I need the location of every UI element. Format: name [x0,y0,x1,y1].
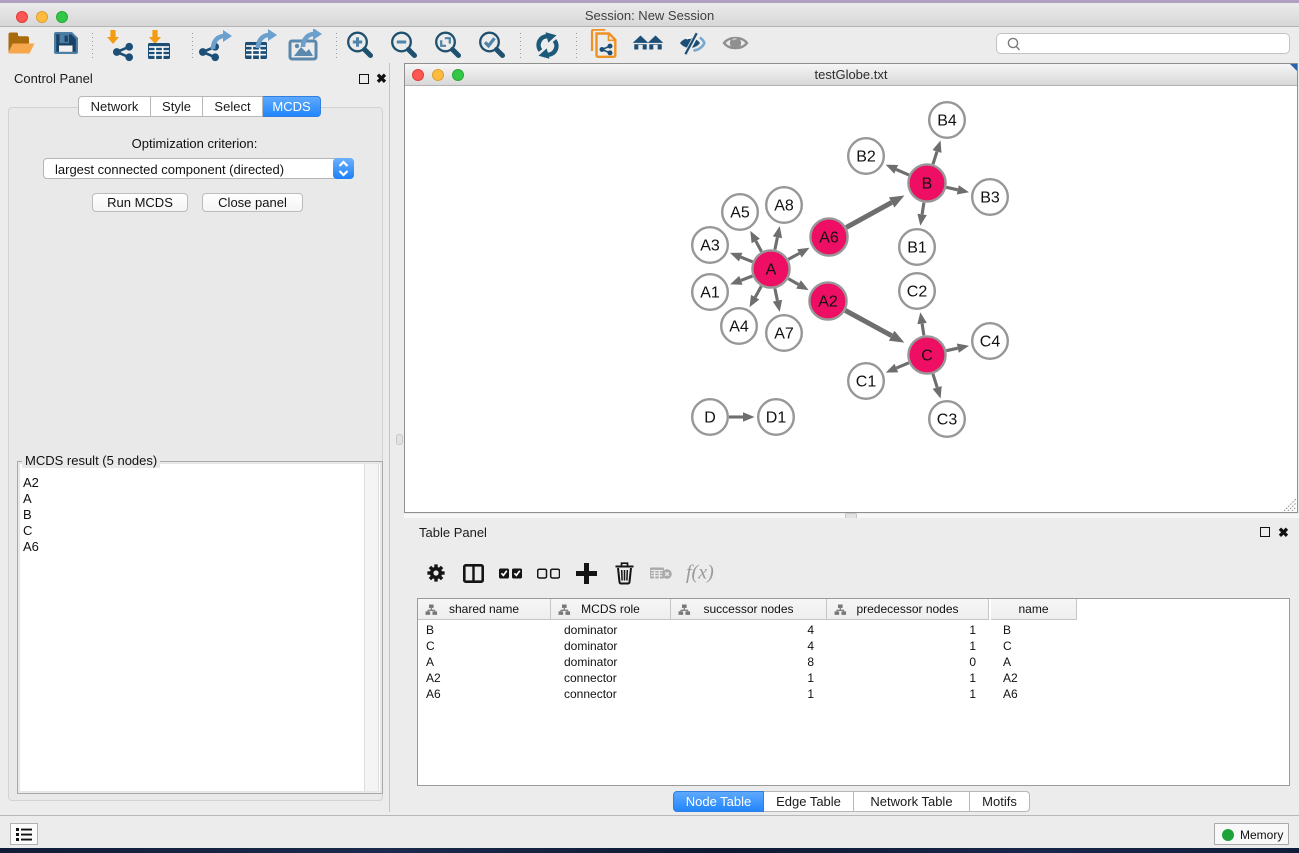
svg-text:D1: D1 [766,410,787,427]
svg-text:A8: A8 [774,198,794,215]
svg-text:A3: A3 [700,238,720,255]
svg-text:C2: C2 [907,284,928,301]
svg-text:C1: C1 [856,374,877,391]
svg-text:A7: A7 [774,326,794,343]
svg-text:A1: A1 [700,285,720,302]
svg-text:B: B [922,176,933,193]
svg-text:A2: A2 [818,294,838,311]
svg-text:C4: C4 [980,334,1001,351]
svg-text:B3: B3 [980,190,1000,207]
svg-text:D: D [704,410,716,427]
svg-text:B1: B1 [907,240,927,257]
svg-text:C3: C3 [937,412,958,429]
svg-text:B4: B4 [937,113,957,130]
svg-text:B2: B2 [856,149,876,166]
svg-text:C: C [921,348,933,365]
svg-text:A5: A5 [730,205,750,222]
svg-text:A6: A6 [819,230,839,247]
svg-text:f(x): f(x) [686,562,714,584]
svg-text:A: A [766,262,777,279]
svg-text:A4: A4 [729,319,749,336]
